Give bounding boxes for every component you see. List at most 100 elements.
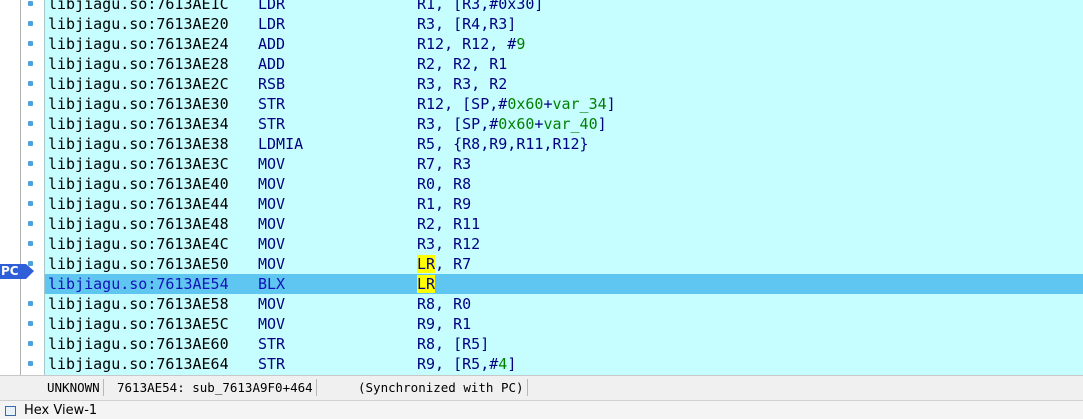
address[interactable]: libjiagu.so:7613AE60 [48, 334, 229, 354]
operand-part[interactable]: R9, R1 [417, 315, 471, 333]
breakpoint-dot-icon[interactable] [28, 221, 33, 226]
mnemonic[interactable]: MOV [258, 314, 285, 334]
operands[interactable]: R12, [SP,#0x60+var_34] [417, 94, 616, 114]
address[interactable]: libjiagu.so:7613AE4C [48, 234, 229, 254]
breakpoint-dot-icon[interactable] [28, 121, 33, 126]
address[interactable]: libjiagu.so:7613AE54 [48, 274, 229, 294]
operand-part[interactable]: R9, [R5,# [417, 355, 498, 373]
operand-part[interactable]: R0, R8 [417, 175, 471, 193]
mnemonic[interactable]: MOV [258, 174, 285, 194]
operand-part[interactable]: R8, [R5] [417, 335, 489, 353]
mnemonic[interactable]: BLX [258, 274, 285, 294]
instruction-row[interactable]: libjiagu.so:7613AE50 MOV LR, R7 [45, 254, 1083, 274]
operands[interactable]: R9, [R5,#4] [417, 354, 516, 374]
breakpoint-dot-icon[interactable] [28, 141, 33, 146]
operand-part[interactable]: 0x60 [498, 115, 534, 133]
operand-part[interactable]: R12, R12, # [417, 35, 516, 53]
instruction-row[interactable]: libjiagu.so:7613AE1C LDR R1, [R3,#0x30] [45, 0, 1083, 14]
address[interactable]: libjiagu.so:7613AE28 [48, 54, 229, 74]
operand-part[interactable]: R3, R3, R2 [417, 75, 507, 93]
address[interactable]: libjiagu.so:7613AE48 [48, 214, 229, 234]
operands[interactable]: R0, R8 [417, 174, 471, 194]
instruction-row[interactable]: libjiagu.so:7613AE40 MOV R0, R8 [45, 174, 1083, 194]
operands[interactable]: R2, R2, R1 [417, 54, 507, 74]
breakpoint-dot-icon[interactable] [28, 321, 33, 326]
operand-part[interactable]: var_34 [552, 95, 606, 113]
mnemonic[interactable]: ADD [258, 34, 285, 54]
address[interactable]: libjiagu.so:7613AE20 [48, 14, 229, 34]
breakpoint-dot-icon[interactable] [28, 361, 33, 366]
breakpoint-dot-icon[interactable] [28, 61, 33, 66]
operands[interactable]: R1, R9 [417, 194, 471, 214]
operand-part[interactable]: R3, [R4,R3] [417, 15, 516, 33]
instruction-row[interactable]: libjiagu.so:7613AE3C MOV R7, R3 [45, 154, 1083, 174]
instruction-row[interactable]: libjiagu.so:7613AE60 STR R8, [R5] [45, 334, 1083, 354]
mnemonic[interactable]: RSB [258, 74, 285, 94]
instruction-row[interactable]: libjiagu.so:7613AE34 STR R3, [SP,#0x60+var… [45, 114, 1083, 134]
operand-part[interactable]: R1, [R3,#0x30] [417, 0, 543, 13]
operand-part[interactable]: R7, R3 [417, 155, 471, 173]
operands[interactable]: R7, R3 [417, 154, 471, 174]
mnemonic[interactable]: STR [258, 94, 285, 114]
instruction-row[interactable]: libjiagu.so:7613AE64 STR R9, [R5,#4] [45, 354, 1083, 374]
address[interactable]: libjiagu.so:7613AE5C [48, 314, 229, 334]
mnemonic[interactable]: MOV [258, 294, 285, 314]
mnemonic[interactable]: STR [258, 114, 285, 134]
operand-part[interactable]: 4 [498, 355, 507, 373]
address[interactable]: libjiagu.so:7613AE34 [48, 114, 229, 134]
mnemonic[interactable]: MOV [258, 214, 285, 234]
address[interactable]: libjiagu.so:7613AE3C [48, 154, 229, 174]
operand-part[interactable]: ] [507, 355, 516, 373]
operands[interactable]: R5, {R8,R9,R11,R12} [417, 134, 589, 154]
operand-part[interactable]: R12, [SP,# [417, 95, 507, 113]
instruction-row[interactable]: libjiagu.so:7613AE5C MOV R9, R1 [45, 314, 1083, 334]
address[interactable]: libjiagu.so:7613AE38 [48, 134, 229, 154]
address[interactable]: libjiagu.so:7613AE58 [48, 294, 229, 314]
operands[interactable]: LR [417, 274, 436, 294]
operand-part[interactable]: R8, R0 [417, 295, 471, 313]
address[interactable]: libjiagu.so:7613AE50 [48, 254, 229, 274]
instruction-row[interactable]: libjiagu.so:7613AE20 LDR R3, [R4,R3] [45, 14, 1083, 34]
breakpoint-dot-icon[interactable] [28, 201, 33, 206]
hex-view-tab[interactable]: Hex View-1 [0, 400, 1083, 419]
operand-part[interactable]: 9 [516, 35, 525, 53]
operands[interactable]: R3, [R4,R3] [417, 14, 516, 34]
operand-part[interactable]: 0x60 [507, 95, 543, 113]
current-instruction-row[interactable]: libjiagu.so:7613AE54 BLX LR [45, 274, 1083, 294]
mnemonic[interactable]: MOV [258, 234, 285, 254]
operands[interactable]: R12, R12, #9 [417, 34, 525, 54]
breakpoint-dot-icon[interactable] [28, 81, 33, 86]
breakpoint-dot-icon[interactable] [28, 241, 33, 246]
mnemonic[interactable]: LDR [258, 0, 285, 14]
mnemonic[interactable]: LDMIA [258, 134, 303, 154]
instruction-row[interactable]: libjiagu.so:7613AE24 ADD R12, R12, #9 [45, 34, 1083, 54]
operands[interactable]: R3, R3, R2 [417, 74, 507, 94]
operand-part[interactable]: R3, R12 [417, 235, 480, 253]
mnemonic[interactable]: MOV [258, 154, 285, 174]
highlighted-register[interactable]: LR [417, 255, 436, 273]
operands[interactable]: R8, [R5] [417, 334, 489, 354]
operands[interactable]: R3, R12 [417, 234, 480, 254]
operands[interactable]: LR, R7 [417, 254, 471, 274]
operand-part[interactable]: ] [598, 115, 607, 133]
breakpoint-dot-icon[interactable] [28, 161, 33, 166]
operand-part[interactable]: R1, R9 [417, 195, 471, 213]
breakpoint-dot-icon[interactable] [28, 301, 33, 306]
operands[interactable]: R3, [SP,#0x60+var_40] [417, 114, 607, 134]
breakpoint-dot-icon[interactable] [28, 41, 33, 46]
address[interactable]: libjiagu.so:7613AE2C [48, 74, 229, 94]
operand-part[interactable]: , R7 [435, 255, 471, 273]
highlighted-register[interactable]: LR [417, 275, 436, 293]
breakpoint-dot-icon[interactable] [28, 1, 33, 6]
mnemonic[interactable]: LDR [258, 14, 285, 34]
breakpoint-dot-icon[interactable] [28, 21, 33, 26]
address[interactable]: libjiagu.so:7613AE30 [48, 94, 229, 114]
operands[interactable]: R9, R1 [417, 314, 471, 334]
instruction-row[interactable]: libjiagu.so:7613AE28 ADD R2, R2, R1 [45, 54, 1083, 74]
instruction-row[interactable]: libjiagu.so:7613AE30 STR R12, [SP,#0x60+va… [45, 94, 1083, 114]
operands[interactable]: R2, R11 [417, 214, 480, 234]
operand-part[interactable]: R2, R2, R1 [417, 55, 507, 73]
mnemonic[interactable]: MOV [258, 254, 285, 274]
address[interactable]: libjiagu.so:7613AE64 [48, 354, 229, 374]
instruction-row[interactable]: libjiagu.so:7613AE38 LDMIA R5, {R8,R9,R11,… [45, 134, 1083, 154]
